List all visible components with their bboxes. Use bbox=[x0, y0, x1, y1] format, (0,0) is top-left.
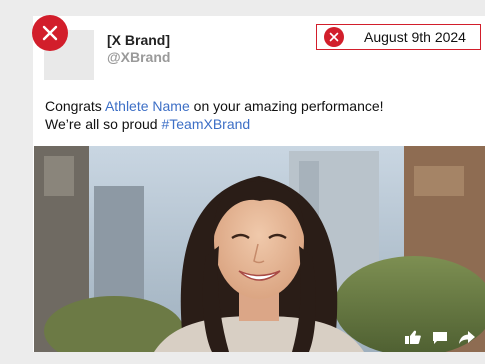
athlete-photo bbox=[34, 146, 485, 352]
hashtag-link[interactable]: #TeamXBrand bbox=[161, 116, 250, 132]
post-caption: Congrats Athlete Name on your amazing pe… bbox=[45, 97, 475, 133]
date-field[interactable]: August 9th 2024 bbox=[316, 24, 481, 50]
post-photo[interactable] bbox=[34, 146, 485, 352]
post-actions bbox=[405, 330, 475, 344]
caption-line-2: We’re all so proud #TeamXBrand bbox=[45, 115, 475, 133]
brand-handle: @XBrand bbox=[107, 49, 171, 65]
date-clear-button[interactable] bbox=[324, 27, 344, 47]
caption-line-1: Congrats Athlete Name on your amazing pe… bbox=[45, 97, 475, 115]
close-icon bbox=[329, 32, 339, 42]
share-icon[interactable] bbox=[459, 331, 475, 344]
post-date: August 9th 2024 bbox=[364, 29, 466, 45]
comment-icon[interactable] bbox=[433, 332, 447, 344]
caption-text: on your amazing performance! bbox=[189, 98, 384, 114]
brand-name: [X Brand] bbox=[107, 32, 170, 48]
caption-text: We’re all so proud bbox=[45, 116, 162, 132]
athlete-link[interactable]: Athlete Name bbox=[105, 98, 190, 114]
thumbs-up-icon[interactable] bbox=[405, 330, 421, 344]
close-icon bbox=[42, 25, 58, 41]
caption-text: Congrats bbox=[45, 98, 105, 114]
close-button[interactable] bbox=[32, 15, 68, 51]
